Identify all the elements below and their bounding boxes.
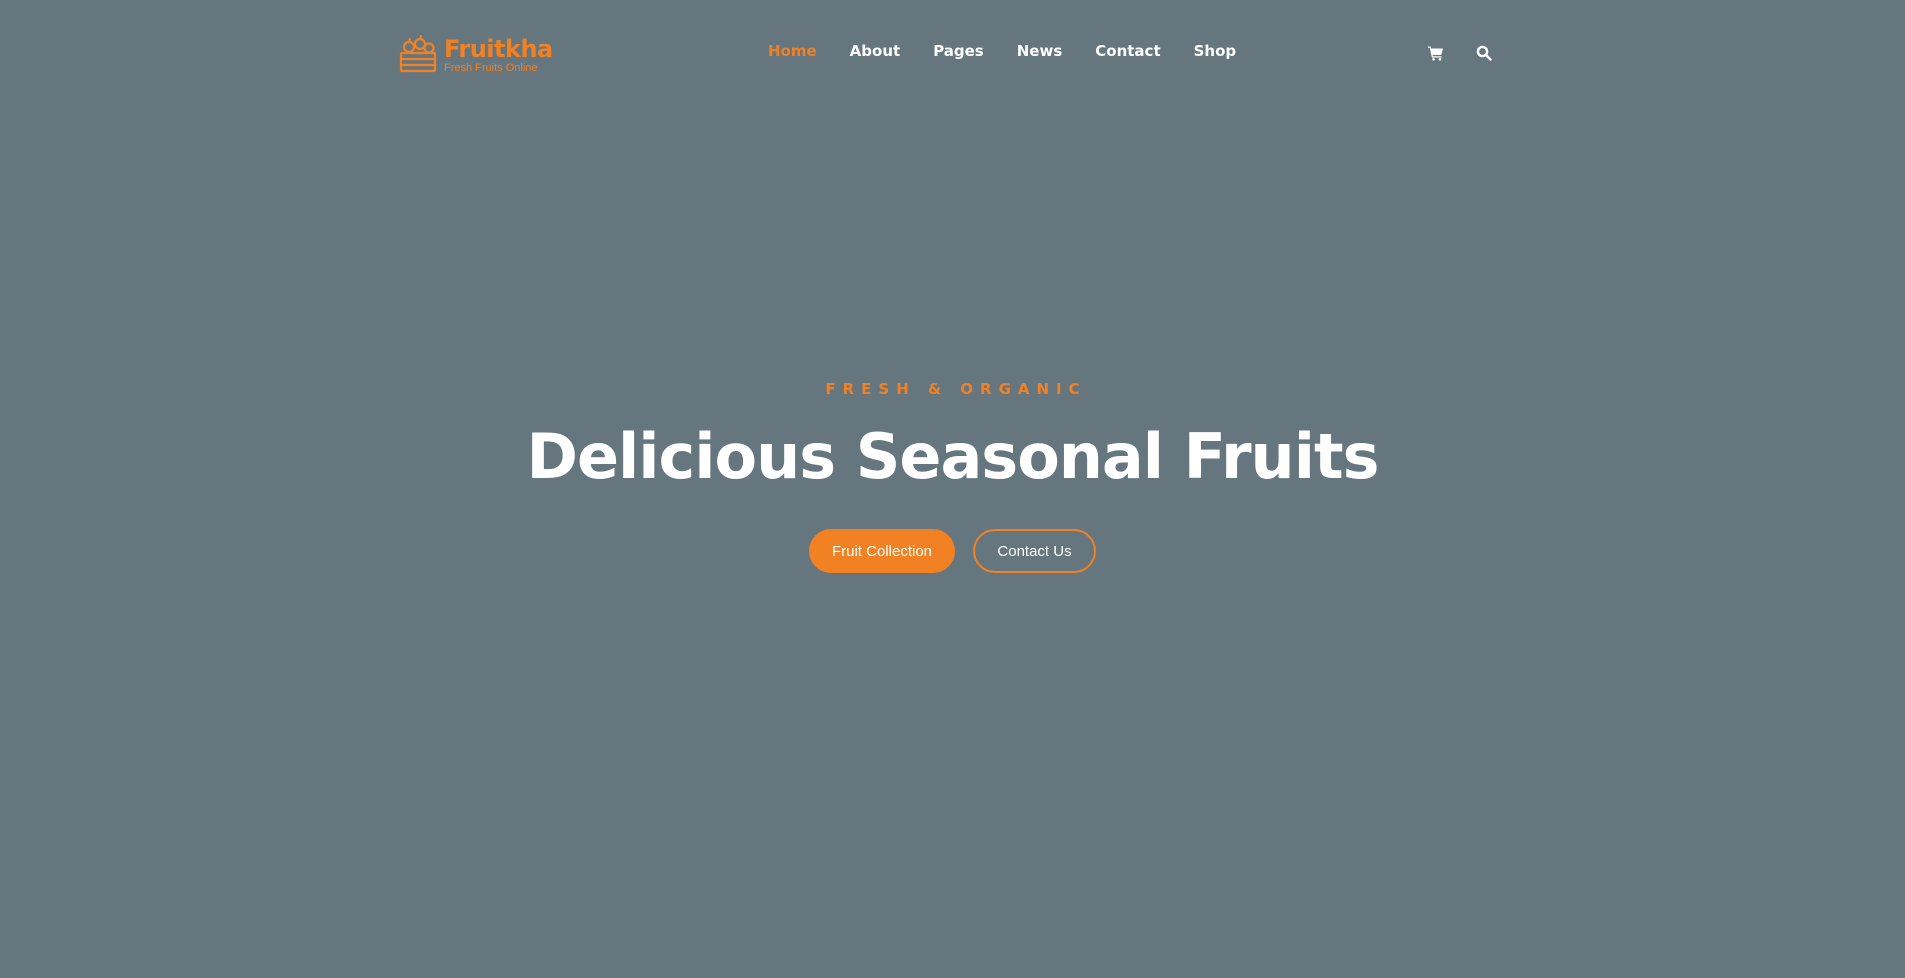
main-nav: Home About Pages News Contact Shop — [768, 42, 1269, 60]
hero-section: FRESH & ORGANIC Delicious Seasonal Fruit… — [0, 380, 1905, 573]
hero-subtitle: FRESH & ORGANIC — [825, 380, 1087, 398]
nav-item-contact[interactable]: Contact — [1095, 42, 1160, 60]
brand-text: Fruitkha Fresh Fruits Online — [444, 37, 553, 74]
site-header: Fruitkha Fresh Fruits Online Home About … — [0, 0, 1905, 108]
header-icons — [1428, 45, 1492, 61]
fruit-basket-icon — [399, 35, 437, 73]
nav-item-home[interactable]: Home — [768, 42, 817, 60]
shopping-cart-icon[interactable] — [1428, 45, 1444, 61]
page: Fruitkha Fresh Fruits Online Home About … — [0, 0, 1905, 978]
nav-item-pages[interactable]: Pages — [933, 42, 984, 60]
brand-name: Fruitkha — [444, 34, 553, 63]
brand-tagline: Fresh Fruits Online — [444, 61, 538, 74]
brand-logo[interactable]: Fruitkha Fresh Fruits Online — [398, 35, 553, 75]
nav-item-shop[interactable]: Shop — [1194, 42, 1237, 60]
nav-item-news[interactable]: News — [1017, 42, 1063, 60]
hero-buttons: Fruit Collection Contact Us — [0, 529, 1905, 573]
search-icon[interactable] — [1476, 45, 1492, 61]
hero-title: Delicious Seasonal Fruits — [526, 420, 1380, 493]
contact-us-button[interactable]: Contact Us — [973, 529, 1096, 573]
nav-item-about[interactable]: About — [850, 42, 901, 60]
fruit-collection-button[interactable]: Fruit Collection — [809, 529, 955, 573]
